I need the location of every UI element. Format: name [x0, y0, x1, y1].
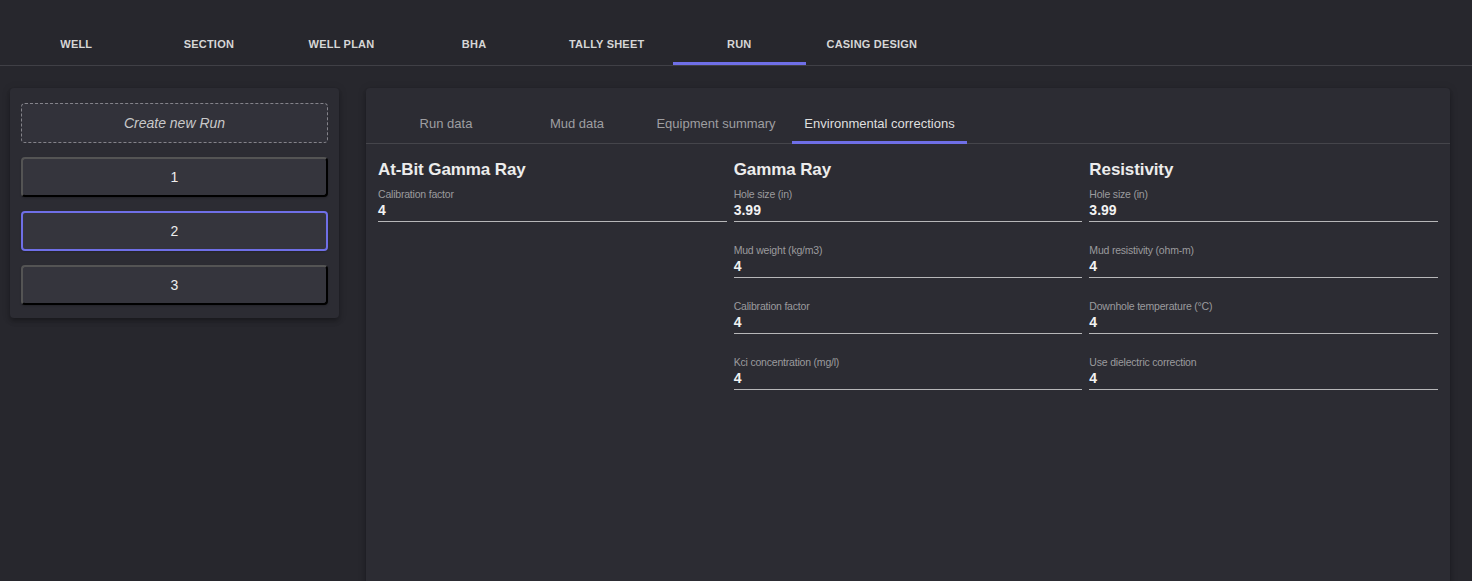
section-resistivity: Resistivity Hole size (in)3.99 Mud resisti… [1089, 159, 1438, 412]
nav-tab-tally-sheet[interactable]: TALLY SHEET [540, 0, 673, 65]
section-title: Resistivity [1089, 159, 1438, 180]
field-kci-concentration-mg-l: Kci concentration (mg/l)4 [734, 356, 1083, 390]
field-value-input[interactable]: 4 [734, 368, 1083, 390]
top-nav-tabs: WELL SECTION WELL PLAN BHA TALLY SHEET RUN CAS… [10, 0, 1472, 65]
panel-tab-label: Run data [420, 116, 473, 131]
field-label: Use dielectric correction [1089, 356, 1438, 368]
field-value-input[interactable]: 4 [734, 312, 1083, 334]
field-label: Downhole temperature (°C) [1089, 300, 1438, 312]
nav-tab-well-plan[interactable]: WELL PLAN [275, 0, 408, 65]
field-label: Calibration factor [378, 188, 727, 200]
nav-tab-label: RUN [727, 38, 751, 50]
field-mud-weight-kg-m3: Mud weight (kg/m3)4 [734, 244, 1083, 278]
field-value-input[interactable]: 3.99 [1089, 200, 1438, 222]
nav-tab-section[interactable]: SECTION [143, 0, 276, 65]
nav-tab-well[interactable]: WELL [10, 0, 143, 65]
field-value-input[interactable]: 4 [378, 200, 727, 222]
field-label: Hole size (in) [1089, 188, 1438, 200]
panel-tab-environmental-corrections[interactable]: Environmental corrections [792, 88, 967, 143]
content-area: Create new Run 1 2 3 Run data Mud data Equipm… [0, 66, 1472, 581]
nav-tab-label: TALLY SHEET [569, 38, 644, 50]
nav-tab-label: CASING DESIGN [827, 38, 918, 50]
field-hole-size-in: Hole size (in)3.99 [734, 188, 1083, 222]
run-detail-tabs: Run data Mud data Equipment summary Environ… [366, 88, 1450, 144]
run-button-1[interactable]: 1 [21, 157, 328, 197]
field-value-input[interactable]: 4 [1089, 256, 1438, 278]
panel-tab-label: Equipment summary [656, 116, 775, 131]
panel-tab-equipment-summary[interactable]: Equipment summary [640, 88, 792, 143]
panel-tab-mud-data[interactable]: Mud data [514, 88, 640, 143]
field-downhole-temperature-c: Downhole temperature (°C)4 [1089, 300, 1438, 334]
field-calibration-factor: Calibration factor4 [734, 300, 1083, 334]
field-label: Calibration factor [734, 300, 1083, 312]
field-mud-resistivity-ohm-m: Mud resistivity (ohm-m)4 [1089, 244, 1438, 278]
panel-tab-label: Mud data [550, 116, 604, 131]
nav-tab-casing-design[interactable]: CASING DESIGN [806, 0, 939, 65]
section-at-bit-gamma-ray: At-Bit Gamma Ray Calibration factor4 [378, 159, 727, 412]
nav-tab-run[interactable]: RUN [673, 0, 806, 65]
environmental-corrections-columns: At-Bit Gamma RayCalibration factor4Gamma… [366, 144, 1450, 412]
nav-tab-label: SECTION [184, 38, 234, 50]
nav-tab-label: BHA [462, 38, 486, 50]
top-nav: WELL SECTION WELL PLAN BHA TALLY SHEET RUN CAS… [0, 0, 1472, 66]
nav-tab-bha[interactable]: BHA [408, 0, 541, 65]
create-new-run-button[interactable]: Create new Run [21, 103, 328, 143]
active-tab-indicator [673, 62, 806, 65]
run-list-card: Create new Run 1 2 3 [10, 88, 339, 318]
field-label: Mud weight (kg/m3) [734, 244, 1083, 256]
nav-tab-label: WELL PLAN [309, 38, 375, 50]
field-value-input[interactable]: 3.99 [734, 200, 1083, 222]
section-title: At-Bit Gamma Ray [378, 159, 727, 180]
field-value-input[interactable]: 4 [1089, 312, 1438, 334]
field-use-dielectric-correction: Use dielectric correction4 [1089, 356, 1438, 390]
field-hole-size-in: Hole size (in)3.99 [1089, 188, 1438, 222]
run-button-3[interactable]: 3 [21, 265, 328, 305]
field-label: Mud resistivity (ohm-m) [1089, 244, 1438, 256]
field-label: Hole size (in) [734, 188, 1083, 200]
section-gamma-ray: Gamma Ray Hole size (in)3.99 Mud weight (k… [734, 159, 1083, 412]
section-title: Gamma Ray [734, 159, 1083, 180]
panel-tab-run-data[interactable]: Run data [378, 88, 514, 143]
run-detail-panel: Run data Mud data Equipment summary Environ… [366, 88, 1450, 581]
panel-tab-label: Environmental corrections [804, 116, 954, 131]
field-calibration-factor: Calibration factor4 [378, 188, 727, 222]
run-button-2[interactable]: 2 [21, 211, 328, 251]
nav-tab-label: WELL [60, 38, 92, 50]
field-value-input[interactable]: 4 [1089, 368, 1438, 390]
active-tab-indicator [792, 141, 967, 144]
field-value-input[interactable]: 4 [734, 256, 1083, 278]
field-label: Kci concentration (mg/l) [734, 356, 1083, 368]
